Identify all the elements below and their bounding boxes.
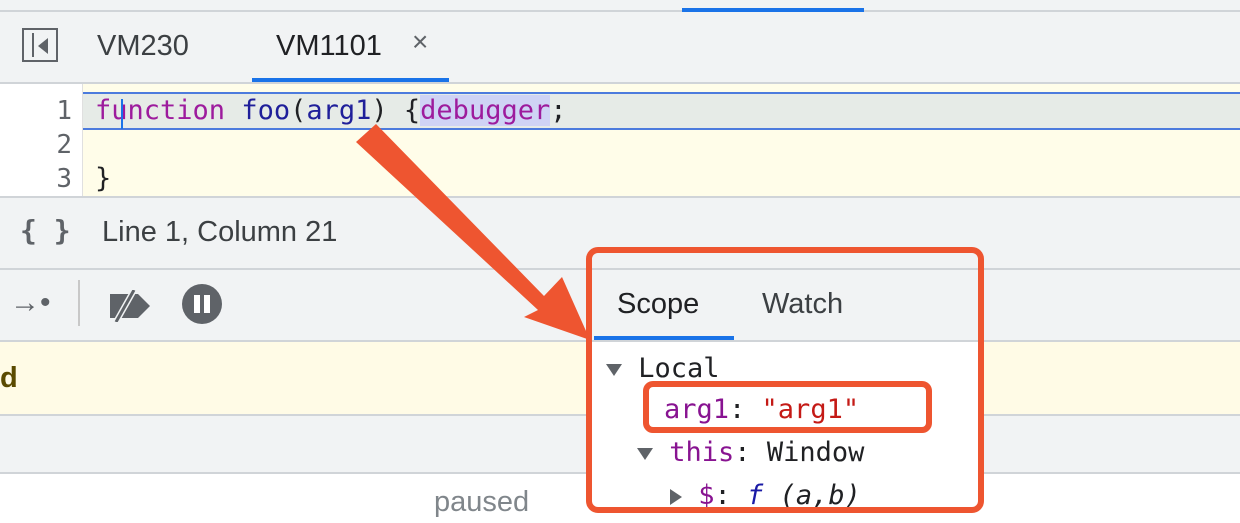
arg-annotation-box [643, 381, 932, 433]
active-tab-indicator [252, 78, 449, 82]
function-name: foo [241, 95, 291, 126]
code-line-3: } [95, 163, 112, 194]
cursor-position: Line 1, Column 21 [102, 216, 338, 248]
pause-on-exceptions-icon[interactable] [182, 284, 222, 324]
paused-status-text: paused [434, 486, 530, 518]
param-name: arg1 [306, 95, 372, 126]
open-paren: ( [290, 95, 307, 126]
debugger-keyword: debugger [420, 95, 551, 126]
semicolon: ; [550, 95, 567, 126]
toolbar-divider [78, 280, 80, 326]
line-number[interactable]: 1 [2, 96, 72, 126]
line-number[interactable]: 3 [2, 164, 72, 194]
tab-vm230[interactable]: VM230 [97, 30, 189, 63]
tab-vm1101[interactable]: VM1101 [276, 30, 382, 63]
top-panel-strip [0, 0, 1240, 12]
code-line-1: function foo(arg1) {debugger; [95, 95, 566, 126]
line-number[interactable]: 2 [2, 130, 72, 160]
scope-annotation-box [586, 247, 984, 513]
close-paren-brace: ) { [371, 95, 421, 126]
editor-tab-bar: VM230 VM1101 × [0, 12, 1240, 84]
text-caret [121, 99, 123, 129]
step-icon[interactable]: →• [10, 286, 51, 320]
paused-banner-text: d [0, 362, 18, 394]
code-editor[interactable]: 1 2 3 function foo(arg1) {debugger; } [0, 84, 1240, 198]
close-tab-icon[interactable]: × [412, 26, 428, 58]
deactivate-breakpoints-icon[interactable] [104, 290, 154, 322]
toggle-navigator-icon[interactable] [22, 28, 58, 62]
line-gutter: 1 2 3 [0, 84, 83, 196]
keyword-function: function [95, 95, 226, 126]
pretty-print-icon[interactable]: { } [20, 214, 71, 247]
